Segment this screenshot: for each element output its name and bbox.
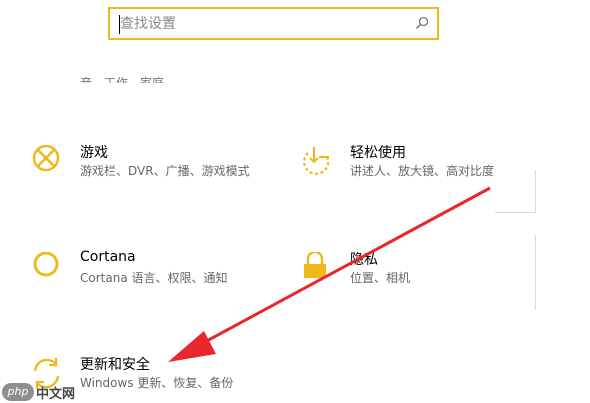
search-input[interactable]: [120, 15, 400, 33]
text-caret: [119, 15, 120, 34]
panel-edge: [535, 170, 536, 213]
settings-item-gaming[interactable]: 游戏 游戏栏、DVR、广播、游戏模式: [30, 145, 270, 185]
item-title: 更新和安全: [80, 357, 150, 373]
ease-of-access-icon: [303, 147, 330, 175]
panel-edge: [535, 235, 536, 310]
settings-item-privacy[interactable]: 隐私 位置、相机: [300, 252, 540, 292]
site-watermark: php 中文网: [2, 381, 92, 403]
search-icon[interactable]: [415, 16, 429, 30]
item-title: 隐私: [350, 252, 378, 268]
cortana-icon: [33, 252, 59, 277]
annotation-arrow: [168, 186, 491, 362]
item-title: Cortana: [80, 249, 136, 265]
panel-edge: [495, 212, 535, 213]
item-title: 轻松使用: [350, 145, 406, 161]
php-logo: php: [2, 383, 34, 401]
xbox-icon: [32, 145, 60, 172]
settings-item-cortana[interactable]: Cortana Cortana 语言、权限、通知: [30, 249, 270, 292]
item-description: 游戏栏、DVR、广播、游戏模式: [80, 164, 250, 178]
item-description: 位置、相机: [350, 271, 411, 285]
lock-icon: [304, 252, 326, 278]
search-box[interactable]: [108, 7, 439, 40]
item-description: Cortana 语言、权限、通知: [80, 271, 228, 285]
item-description: Windows 更新、恢复、备份: [80, 376, 234, 390]
category-description-partial: 音、工作、家庭: [80, 76, 165, 83]
watermark-site-name: 中文网: [36, 387, 76, 402]
item-title: 游戏: [80, 145, 108, 161]
settings-item-ease-of-access[interactable]: 轻松使用 讲述人、放大镜、高对比度: [300, 145, 540, 185]
item-description: 讲述人、放大镜、高对比度: [350, 164, 495, 178]
